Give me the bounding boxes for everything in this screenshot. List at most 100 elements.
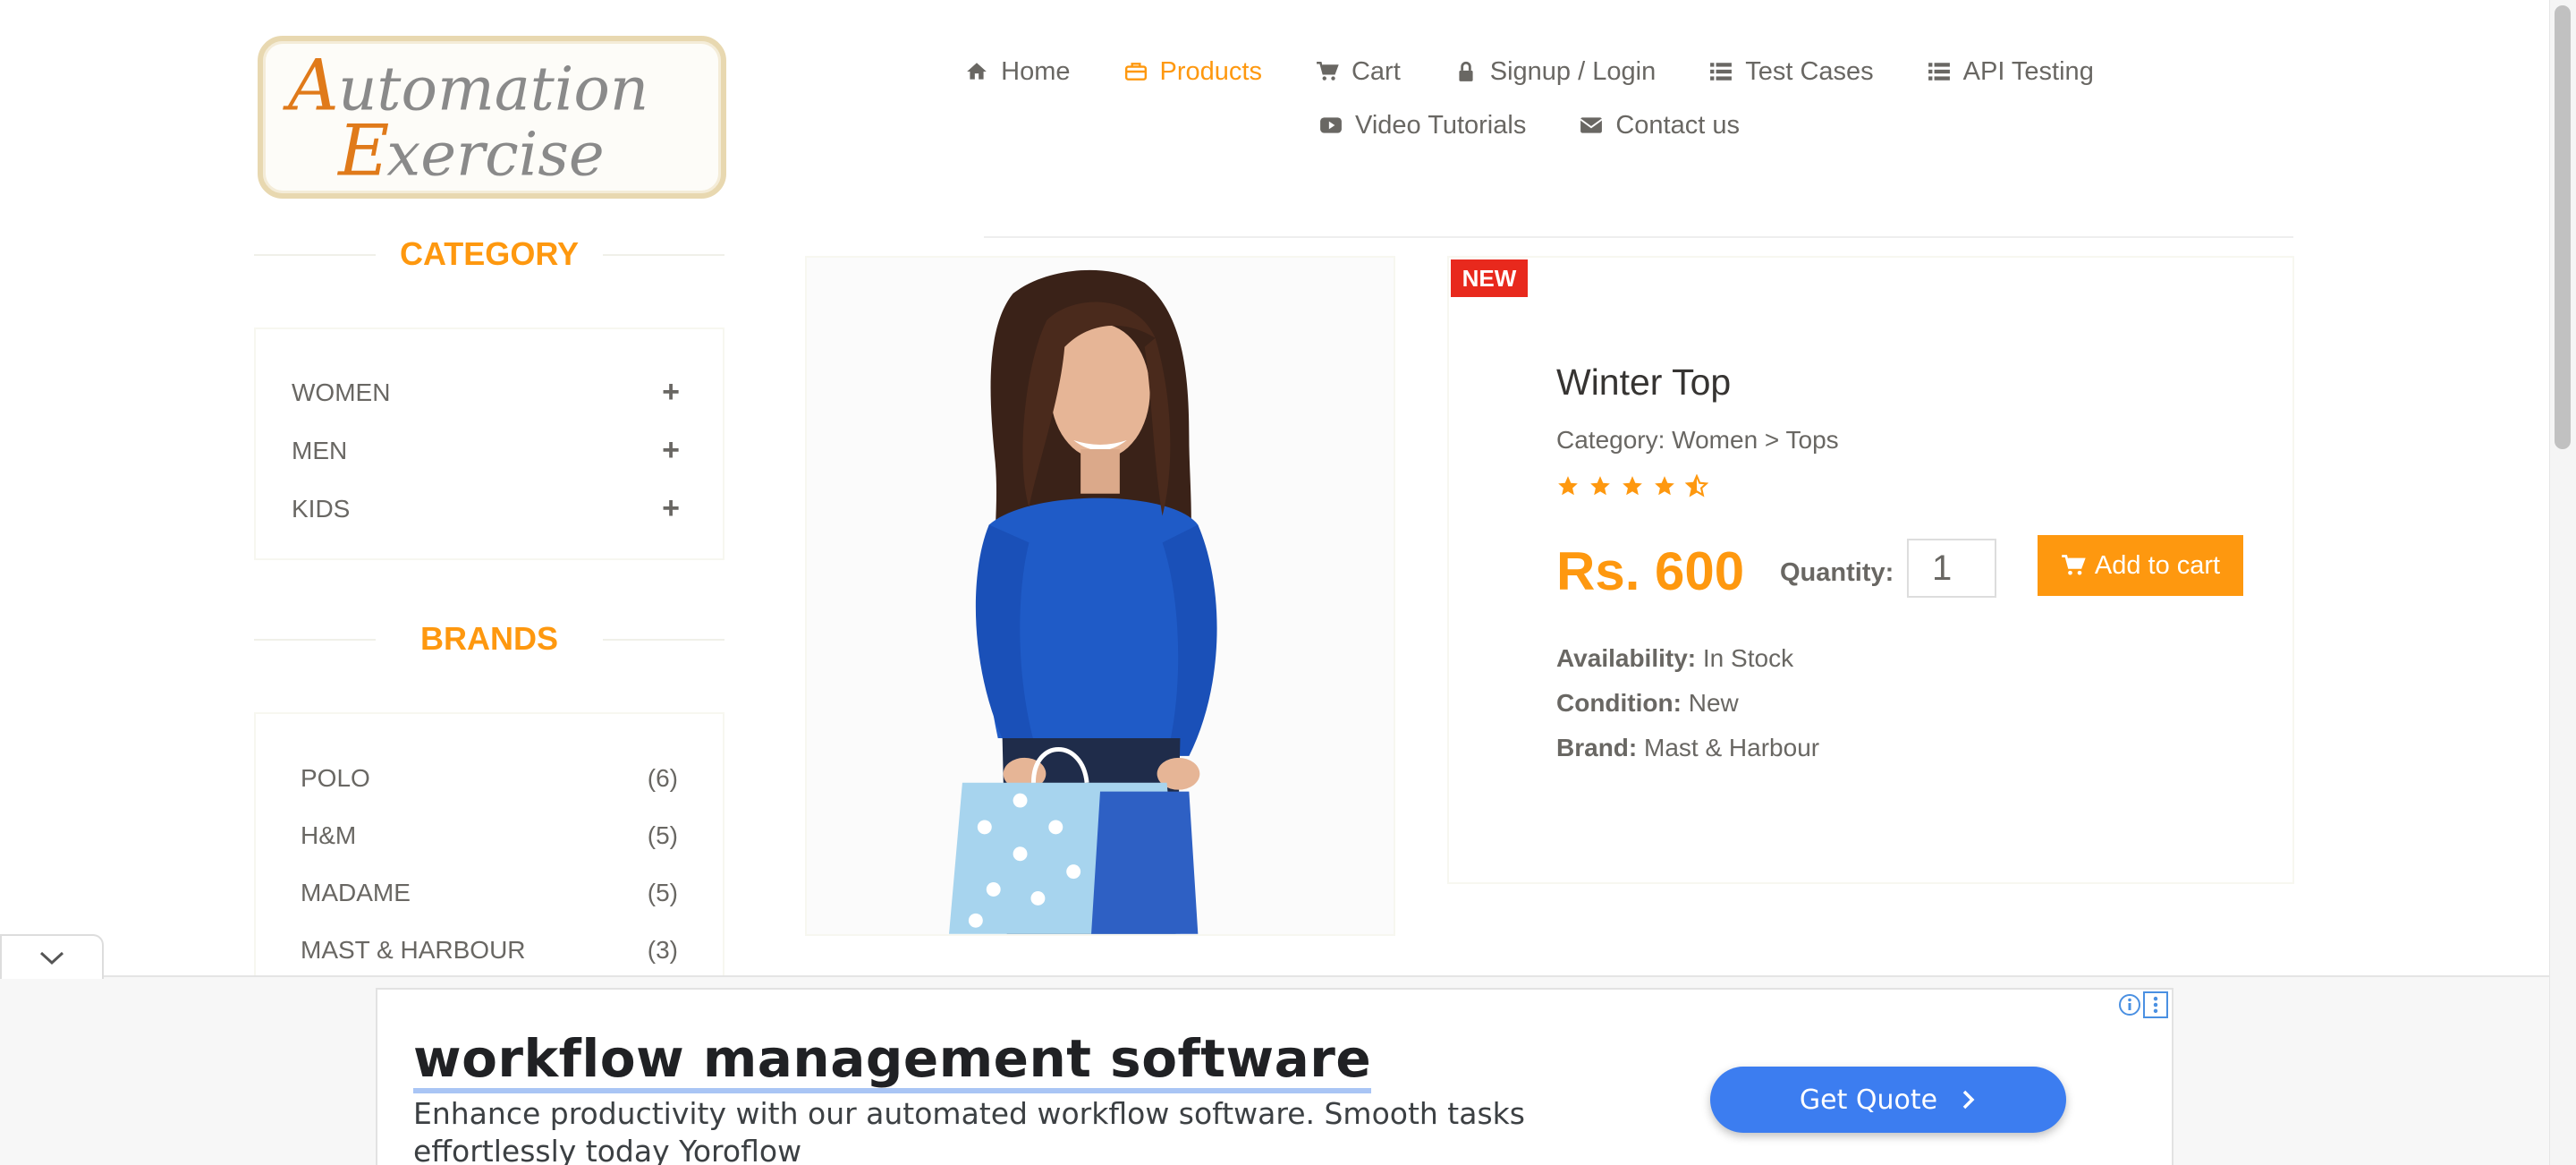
product-price: Rs. 600 [1556, 541, 1745, 601]
heading-rule [603, 639, 724, 641]
heading-rule [254, 254, 376, 256]
nav-api-testing[interactable]: API Testing [1928, 57, 2094, 87]
brands-panel: POLO (6) H&M (5) MADAME (5) MAST & HARBO… [254, 712, 724, 1008]
nav-api-testing-label: API Testing [1962, 56, 2094, 86]
brands-heading: BRANDS [254, 619, 724, 659]
product-category: Category: Women > Tops [1556, 426, 1839, 454]
nav-test-cases-label: Test Cases [1745, 56, 1874, 86]
category-label: WOMEN [292, 378, 391, 406]
nav-video-tutorials-label: Video Tutorials [1355, 110, 1527, 140]
category-item-men[interactable]: MEN + [256, 421, 723, 480]
availability-label: Availability: [1556, 644, 1697, 672]
nav-cart-label: Cart [1351, 56, 1401, 86]
nav-home-label: Home [1001, 56, 1071, 86]
brand-label: MADAME [301, 879, 411, 906]
more-vert-icon[interactable] [2143, 991, 2168, 1018]
star-half-icon [1685, 474, 1708, 497]
svg-text:xercise: xercise [386, 119, 604, 189]
nav-products-label: Products [1159, 56, 1262, 86]
brand-detail-label: Brand: [1556, 734, 1638, 761]
category-heading: CATEGORY [254, 234, 724, 274]
cart-icon [2062, 555, 2086, 575]
brand-item-mast-harbour[interactable]: MAST & HARBOUR (3) [256, 922, 723, 979]
product-photo [807, 258, 1394, 934]
nav-contact-us[interactable]: Contact us [1580, 111, 1740, 140]
nav-products[interactable]: Products [1124, 57, 1262, 87]
availability-value: In Stock [1702, 644, 1794, 672]
nav-test-cases[interactable]: Test Cases [1709, 56, 1874, 87]
rating-stars [1556, 474, 1708, 497]
quantity-input[interactable] [1907, 539, 1996, 598]
plus-icon[interactable]: + [662, 491, 680, 526]
nav-video-tutorials[interactable]: Video Tutorials [1319, 111, 1526, 140]
brand-count: (3) [647, 936, 678, 964]
chevron-right-icon [1962, 1090, 1975, 1110]
header-divider [984, 236, 2293, 238]
ad-collapse-button[interactable] [0, 934, 104, 979]
heading-rule [254, 639, 376, 641]
page-scrollbar[interactable] [2549, 0, 2576, 1165]
scrollbar-thumb[interactable] [2555, 5, 2571, 449]
brand-detail-value: Mast & Harbour [1644, 734, 1820, 761]
condition-value: New [1688, 689, 1739, 717]
category-title: CATEGORY [399, 235, 579, 272]
briefcase-icon [1124, 63, 1147, 81]
brand-count: (6) [647, 764, 678, 792]
ad-description: Enhance productivity with our automated … [413, 1096, 1525, 1165]
logo-graphic: A utomation E xercise [283, 45, 648, 192]
nav-row-secondary: Video Tutorials Contact us [894, 104, 2165, 147]
brands-title: BRANDS [419, 620, 558, 657]
star-icon [1590, 476, 1610, 496]
plus-icon[interactable]: + [662, 433, 680, 468]
brand-label: POLO [301, 764, 370, 792]
brand-row: Brand: Mast & Harbour [1556, 734, 1819, 762]
brand-label: H&M [301, 821, 357, 849]
svg-text:A: A [283, 45, 339, 127]
brand-item-polo[interactable]: POLO (6) [256, 750, 723, 807]
category-item-kids[interactable]: KIDS + [256, 480, 723, 538]
lock-icon [1459, 61, 1473, 81]
category-label: MEN [292, 436, 348, 464]
add-to-cart-label: Add to cart [2094, 550, 2221, 580]
main-nav: Home Products Cart Signup / Login Test C… [894, 50, 2165, 147]
quantity-label: Quantity: [1780, 558, 1894, 587]
brand-count: (5) [647, 821, 678, 849]
nav-home[interactable]: Home [965, 56, 1071, 87]
availability-row: Availability: In Stock [1556, 644, 1793, 673]
nav-row-primary: Home Products Cart Signup / Login Test C… [894, 50, 2165, 93]
star-icon [1558, 476, 1578, 496]
list-icon [1710, 63, 1733, 81]
condition-row: Condition: New [1556, 689, 1739, 718]
site-logo[interactable]: A utomation E xercise [258, 36, 726, 199]
get-quote-button[interactable]: Get Quote [1710, 1067, 2066, 1133]
home-icon [967, 63, 987, 80]
chevron-down-icon [39, 951, 64, 965]
list-icon [1928, 63, 1950, 81]
nav-signup-login-label: Signup / Login [1489, 56, 1657, 86]
product-image [805, 256, 1395, 936]
brand-label: MAST & HARBOUR [301, 936, 526, 964]
cart-icon [1317, 61, 1339, 81]
star-icon [1655, 476, 1674, 496]
category-label: KIDS [292, 494, 351, 523]
nav-contact-us-label: Contact us [1615, 110, 1740, 140]
get-quote-label: Get Quote [1799, 1084, 1938, 1116]
svg-text:E: E [336, 109, 389, 191]
brand-count: (5) [647, 879, 678, 906]
brand-item-hm[interactable]: H&M (5) [256, 807, 723, 864]
nav-cart[interactable]: Cart [1316, 57, 1401, 87]
new-badge: NEW [1451, 259, 1528, 297]
ad-headline[interactable]: workflow management software [413, 1029, 1372, 1093]
category-panel: WOMEN + MEN + KIDS + [254, 327, 724, 560]
brand-item-madame[interactable]: MADAME (5) [256, 864, 723, 922]
add-to-cart-button[interactable]: Add to cart [2038, 535, 2243, 596]
ad-banner[interactable]: workflow management software Enhance pro… [376, 988, 2174, 1165]
info-icon[interactable] [2118, 993, 2141, 1016]
category-item-women[interactable]: WOMEN + [256, 363, 723, 421]
plus-icon[interactable]: + [662, 375, 680, 410]
nav-signup-login[interactable]: Signup / Login [1454, 57, 1656, 87]
envelope-icon [1580, 117, 1603, 133]
condition-label: Condition: [1556, 689, 1682, 717]
star-icon [1623, 476, 1642, 496]
heading-rule [603, 254, 724, 256]
